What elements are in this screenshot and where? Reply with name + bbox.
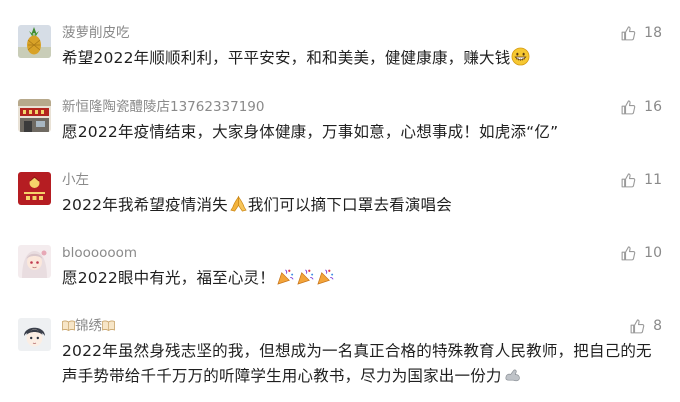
nickname[interactable]: 新恒隆陶瓷醴陵店13762337190	[62, 98, 264, 116]
like-count: 18	[644, 25, 662, 41]
party-popper-emoji-icon	[276, 267, 295, 286]
comment-text-part: 我们可以摘下口罩去看演唱会	[247, 196, 452, 214]
comment-text-part: 2022年我希望疫情消失	[62, 196, 228, 214]
comment-text: 2022年虽然身残志坚的我，但想成为一名真正合格的特殊教育人民教师，把自己的无声…	[62, 339, 662, 389]
like-button[interactable]: 18	[620, 23, 662, 43]
comment-text: 希望2022年顺顺利利，平平安安，和和美美，健健康康，赚大钱	[62, 46, 662, 71]
nickname-text: 锦绣	[75, 318, 102, 334]
like-count: 16	[644, 99, 662, 115]
like-button[interactable]: 10	[620, 243, 662, 263]
party-popper-emoji-icon	[296, 267, 315, 286]
thumbs-up-icon	[630, 318, 645, 333]
nickname[interactable]: 锦绣	[62, 317, 115, 335]
grinning-emoji-icon	[511, 47, 530, 66]
comment-text-body: 希望2022年顺顺利利，平平安安，和和美美，健健康康，赚大钱	[62, 49, 511, 67]
party-popper-emoji-icon	[316, 267, 335, 286]
avatar[interactable]	[18, 172, 51, 205]
anime-girl-avatar-icon	[18, 245, 51, 278]
avatar[interactable]	[18, 318, 51, 351]
thumbs-up-icon	[621, 99, 636, 114]
comment-list: 菠萝削皮吃 18 希望2022年顺顺利利，平平安安，和和美美，健健康康，赚大钱	[0, 0, 680, 402]
like-button[interactable]: 8	[629, 316, 662, 336]
like-count: 10	[644, 245, 662, 261]
comment-text: 愿2022眼中有光，福至心灵！	[62, 266, 662, 291]
comment-text-body: 愿2022眼中有光，福至心灵！	[62, 269, 275, 287]
pineapple-avatar-icon	[18, 25, 51, 58]
praying-hands-emoji-icon	[229, 194, 248, 213]
nickname[interactable]: bloooooom	[62, 244, 137, 262]
storefront-avatar-icon	[18, 99, 51, 132]
like-button[interactable]: 16	[620, 97, 662, 117]
thumbs-up-icon	[621, 245, 636, 260]
open-book-icon	[62, 320, 75, 331]
anime-boy-avatar-icon	[18, 318, 51, 351]
avatar[interactable]	[18, 25, 51, 58]
like-button[interactable]: 11	[620, 170, 662, 190]
nickname[interactable]: 菠萝削皮吃	[62, 24, 130, 42]
nickname[interactable]: 小左	[62, 171, 89, 189]
red-seal-avatar-icon	[18, 172, 51, 205]
like-count: 8	[653, 318, 662, 334]
avatar[interactable]	[18, 99, 51, 132]
thumbs-up-icon	[621, 25, 636, 40]
flexed-arm-emoji-icon	[503, 365, 522, 384]
like-count: 11	[644, 172, 662, 188]
open-book-icon	[102, 320, 115, 331]
comment-text: 2022年我希望疫情消失 我们可以摘下口罩去看演唱会	[62, 193, 662, 218]
thumbs-up-icon	[621, 172, 636, 187]
comment-text: 愿2022年疫情结束，大家身体健康，万事如意，心想事成！如虎添“亿”	[62, 123, 559, 141]
comment-text-body: 2022年虽然身残志坚的我，但想成为一名真正合格的特殊教育人民教师，把自己的无声…	[62, 342, 652, 385]
avatar[interactable]	[18, 245, 51, 278]
